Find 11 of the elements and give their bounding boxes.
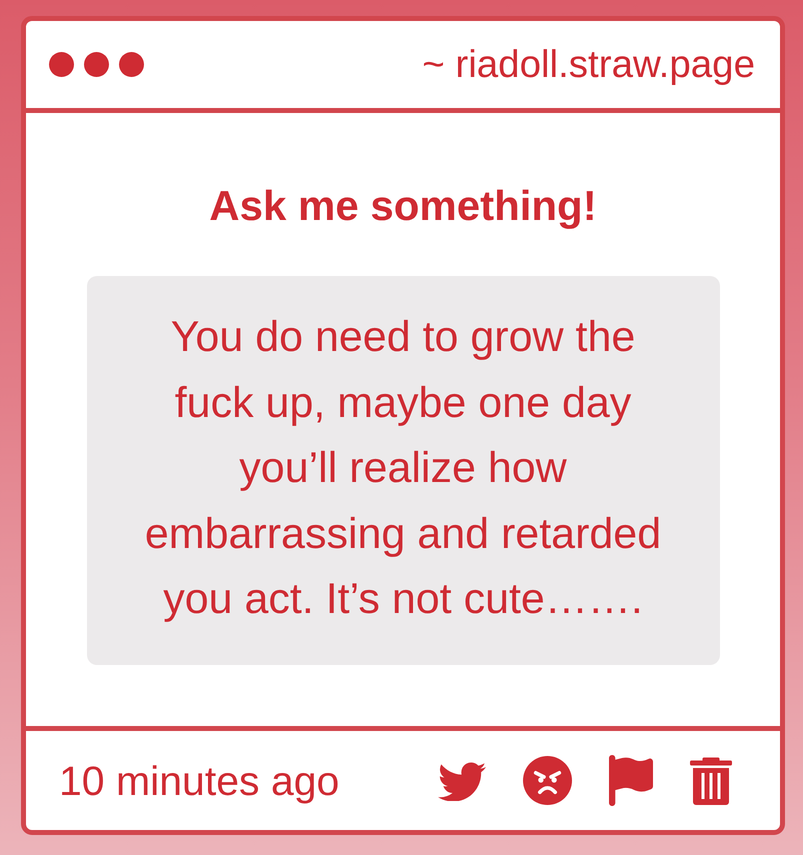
window-dot-icon	[49, 52, 74, 77]
question-text: You do need to grow the fuck up, maybe one day you’ll realize how embarrassing and retarded you act. It’s not cute…….	[144, 312, 662, 625]
url-text: ~ riadoll.straw.page	[422, 42, 755, 88]
window-dot-icon	[119, 52, 144, 77]
trash-icon[interactable]	[690, 756, 732, 804]
bird-icon[interactable]	[438, 760, 486, 800]
window-dot-icon	[84, 52, 109, 77]
timestamp-text: 10 minutes ago	[59, 756, 340, 804]
angry-face-icon[interactable]	[523, 756, 572, 805]
page-heading: Ask me something!	[209, 181, 597, 231]
flag-icon[interactable]	[609, 755, 653, 806]
